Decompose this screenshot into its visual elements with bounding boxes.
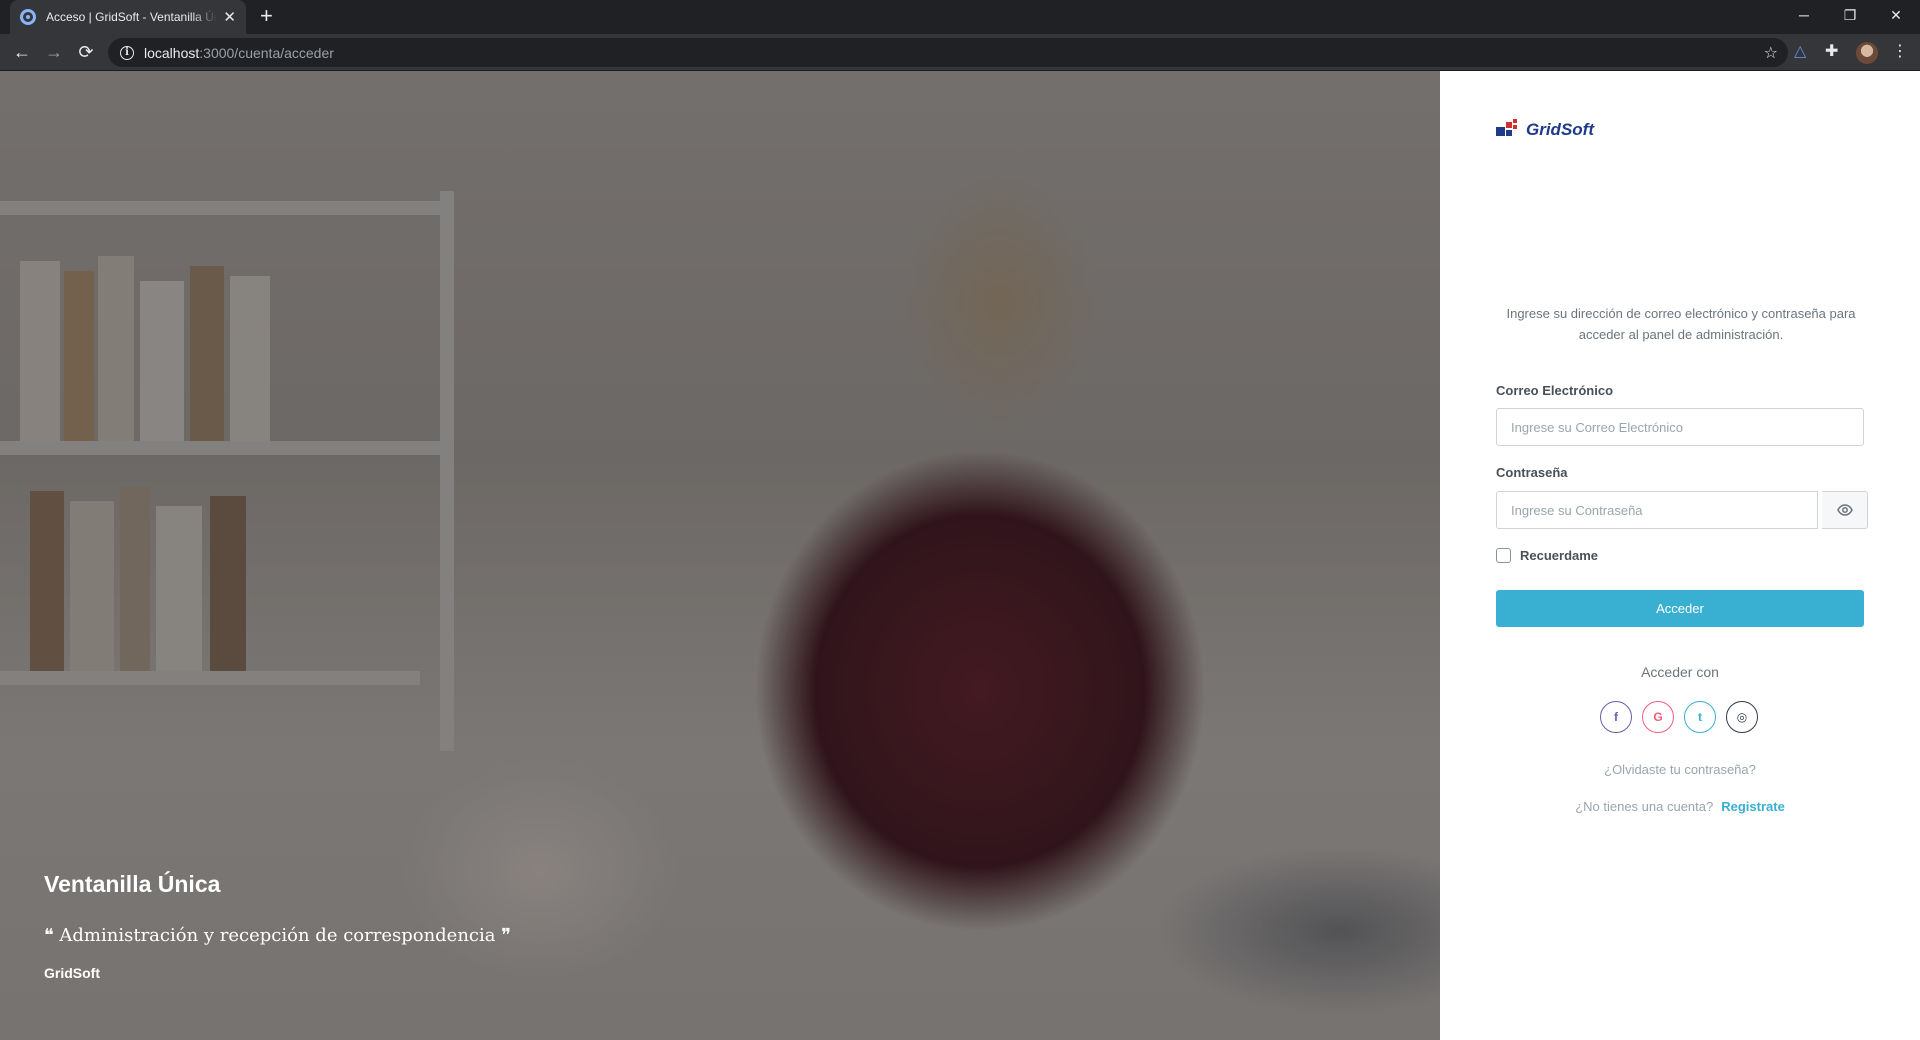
- tab-close-icon[interactable]: ✕: [223, 10, 236, 25]
- forgot-password-link[interactable]: ¿Olvidaste tu contraseña?: [1496, 762, 1864, 777]
- email-field[interactable]: [1496, 408, 1864, 446]
- hero-title: Ventanilla Única: [44, 871, 221, 897]
- login-submit-button[interactable]: Acceder: [1496, 590, 1864, 627]
- login-intro: Ingrese su dirección de correo electróni…: [1506, 306, 1856, 342]
- tab-title: Acceso | GridSoft - Ventanilla Única: [46, 10, 218, 24]
- menu-kebab-icon[interactable]: ⋮: [1892, 43, 1908, 61]
- password-label: Contraseña: [1496, 465, 1568, 480]
- profile-avatar-icon[interactable]: [1856, 42, 1878, 64]
- hero-quote: ❝ Administración y recepción de correspo…: [44, 925, 511, 946]
- reload-icon[interactable]: ⟳: [74, 42, 98, 62]
- browser-toolbar: ← → ⟳ i localhost:3000/cuenta/acceder ☆ …: [0, 34, 1920, 71]
- toggle-password-visibility-button[interactable]: [1822, 491, 1868, 529]
- minimize-button[interactable]: ─: [1784, 4, 1824, 26]
- eye-icon: [1836, 504, 1853, 516]
- browser-tab[interactable]: Acceso | GridSoft - Ventanilla Única ✕: [10, 0, 246, 34]
- signup-link[interactable]: Registrate: [1721, 799, 1785, 814]
- no-account-text: ¿No tienes una cuenta?: [1575, 799, 1714, 814]
- email-label: Correo Electrónico: [1496, 383, 1614, 398]
- address-bar[interactable]: i localhost:3000/cuenta/acceder ☆: [108, 38, 1788, 67]
- page-viewport: Ventanilla Única ❝ Administración y rece…: [0, 71, 1920, 1040]
- bookmark-star-icon[interactable]: ☆: [1764, 43, 1778, 63]
- new-tab-button[interactable]: +: [260, 5, 273, 27]
- twitter-login-button[interactable]: t: [1684, 701, 1716, 733]
- site-info-icon[interactable]: i: [120, 45, 134, 60]
- brand-mark-icon: [1496, 119, 1522, 141]
- social-login-title: Acceder con: [1641, 664, 1719, 680]
- back-icon[interactable]: ←: [10, 42, 34, 62]
- url-path: :3000/cuenta/acceder: [199, 44, 334, 61]
- close-window-button[interactable]: ✕: [1876, 4, 1916, 26]
- password-field[interactable]: [1496, 491, 1818, 529]
- remember-me-label[interactable]: Recuerdame: [1520, 548, 1598, 563]
- hero-image: Ventanilla Única ❝ Administración y rece…: [0, 71, 1440, 1040]
- restore-button[interactable]: ❐: [1830, 4, 1870, 26]
- brand-name: GridSoft: [1526, 120, 1594, 139]
- hero-author: GridSoft: [44, 965, 100, 981]
- facebook-login-button[interactable]: f: [1600, 701, 1632, 733]
- extensions-puzzle-icon[interactable]: ✚: [1825, 43, 1838, 61]
- forward-icon[interactable]: →: [42, 42, 66, 62]
- tab-favicon-icon: [20, 9, 36, 25]
- social-login-buttons: f G t ◎: [1600, 701, 1758, 733]
- extension-triangle-icon[interactable]: △: [1794, 43, 1806, 61]
- remember-me-row[interactable]: Recuerdame: [1496, 548, 1598, 563]
- signup-row: ¿No tienes una cuenta? Registrate: [1496, 799, 1864, 814]
- brand-logo[interactable]: GridSoft: [1496, 119, 1594, 141]
- remember-me-checkbox[interactable]: [1496, 548, 1511, 563]
- google-login-button[interactable]: G: [1642, 701, 1674, 733]
- browser-tab-bar: Acceso | GridSoft - Ventanilla Única ✕ +…: [0, 0, 1920, 34]
- github-login-button[interactable]: ◎: [1726, 701, 1758, 733]
- url-host: localhost: [144, 44, 200, 61]
- login-panel: GridSoft Ingrese su dirección de correo …: [1440, 71, 1920, 1040]
